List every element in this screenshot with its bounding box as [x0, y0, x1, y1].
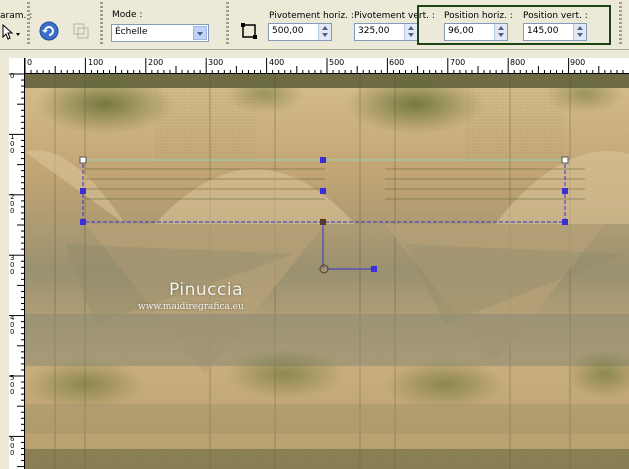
pos-h-field[interactable]: 96,00 — [444, 23, 508, 41]
vertical-ruler: 0 1 0 0 2 0 0 3 0 0 4 0 0 5 0 0 6 0 0 — [9, 73, 25, 469]
arrow-pointer-icon — [2, 23, 20, 40]
corner-handle-top-left[interactable] — [79, 156, 87, 164]
spinner-arrows-icon[interactable] — [318, 24, 331, 40]
rotation-handle[interactable] — [371, 266, 377, 272]
center-handle[interactable] — [320, 188, 326, 194]
watermark-title: Pinuccia — [169, 280, 243, 300]
spinner-arrows-icon[interactable] — [404, 24, 417, 40]
ruler-label: 5 0 0 — [10, 374, 15, 396]
pivot-h-value: 500,00 — [272, 26, 304, 36]
pivot-h-field[interactable]: 500,00 — [268, 23, 332, 41]
ruler-label: 800 — [510, 58, 526, 67]
disabled-tool-button[interactable] — [70, 20, 92, 42]
corner-handle-bottom-right[interactable] — [562, 219, 568, 225]
edge-handle-right[interactable] — [562, 188, 568, 194]
pos-h-label: Position horiz. : — [444, 11, 513, 21]
reset-button[interactable] — [38, 20, 60, 42]
toolbar-grip[interactable] — [27, 2, 30, 46]
pivot-point[interactable] — [319, 264, 329, 274]
spinner-arrows-icon[interactable] — [573, 24, 586, 40]
mode-label: Mode : — [112, 10, 143, 20]
tool-options-bar: aram. : Mode : Échelle Pivotement horiz.… — [0, 0, 629, 50]
ruler-label: 400 — [269, 58, 285, 67]
toolbar-grip[interactable] — [619, 2, 622, 46]
select-tool-button[interactable] — [0, 22, 22, 44]
ruler-label: 0 — [27, 58, 33, 67]
ruler-label: 300 — [208, 58, 224, 67]
pos-v-value: 145,00 — [527, 26, 559, 36]
pos-v-label: Position vert. : — [523, 11, 588, 21]
ruler-label: 100 — [88, 58, 104, 67]
workspace-margin-left — [0, 50, 9, 469]
watermark-subtitle: www.maidiregrafica.eu — [138, 302, 244, 312]
pivot-h-label: Pivotement horiz. : — [269, 11, 354, 21]
ruler-label: 500 — [329, 58, 345, 67]
corner-handle-bottom-left[interactable] — [80, 219, 86, 225]
mode-select[interactable]: Échelle — [111, 24, 209, 42]
image-canvas[interactable]: Pinuccia www.maidiregrafica.eu — [25, 74, 629, 469]
ruler-label: 600 — [389, 58, 405, 67]
pick-pivot-button[interactable] — [238, 20, 260, 42]
selection-overlay[interactable] — [25, 74, 629, 469]
pivot-v-value: 325,00 — [358, 26, 390, 36]
ghost-tool-icon — [73, 23, 89, 39]
pos-v-field[interactable]: 145,00 — [523, 23, 587, 41]
ruler-label: 1 0 0 — [10, 133, 15, 155]
workspace-margin-top — [0, 50, 629, 58]
chevron-down-icon[interactable] — [193, 26, 207, 40]
corner-handle-top-right[interactable] — [561, 156, 569, 164]
pos-h-value: 96,00 — [448, 26, 474, 36]
undo-circle-icon — [39, 21, 59, 41]
ruler-label: 6 0 0 — [10, 435, 15, 457]
edge-handle-top[interactable] — [320, 157, 326, 163]
ruler-label: 900 — [570, 58, 586, 67]
crop-frame-icon — [241, 23, 257, 39]
ruler-label: 700 — [450, 58, 466, 67]
ruler-label: 3 0 0 — [10, 254, 15, 276]
ruler-label: 0 — [10, 73, 15, 80]
toolbar-grip[interactable] — [100, 2, 103, 46]
spinner-arrows-icon[interactable] — [494, 24, 507, 40]
mode-select-value: Échelle — [115, 27, 148, 37]
toolbar-grip[interactable] — [226, 2, 229, 46]
horizontal-ruler: 0 100 200 300 400 500 600 700 800 900 — [9, 58, 629, 74]
ruler-label: 200 — [148, 58, 164, 67]
ruler-corner — [9, 58, 25, 73]
edge-handle-left[interactable] — [80, 188, 86, 194]
pivot-v-field[interactable]: 325,00 — [354, 23, 418, 41]
ruler-label: 4 0 0 — [10, 314, 15, 336]
ruler-label: 2 0 0 — [10, 193, 15, 215]
